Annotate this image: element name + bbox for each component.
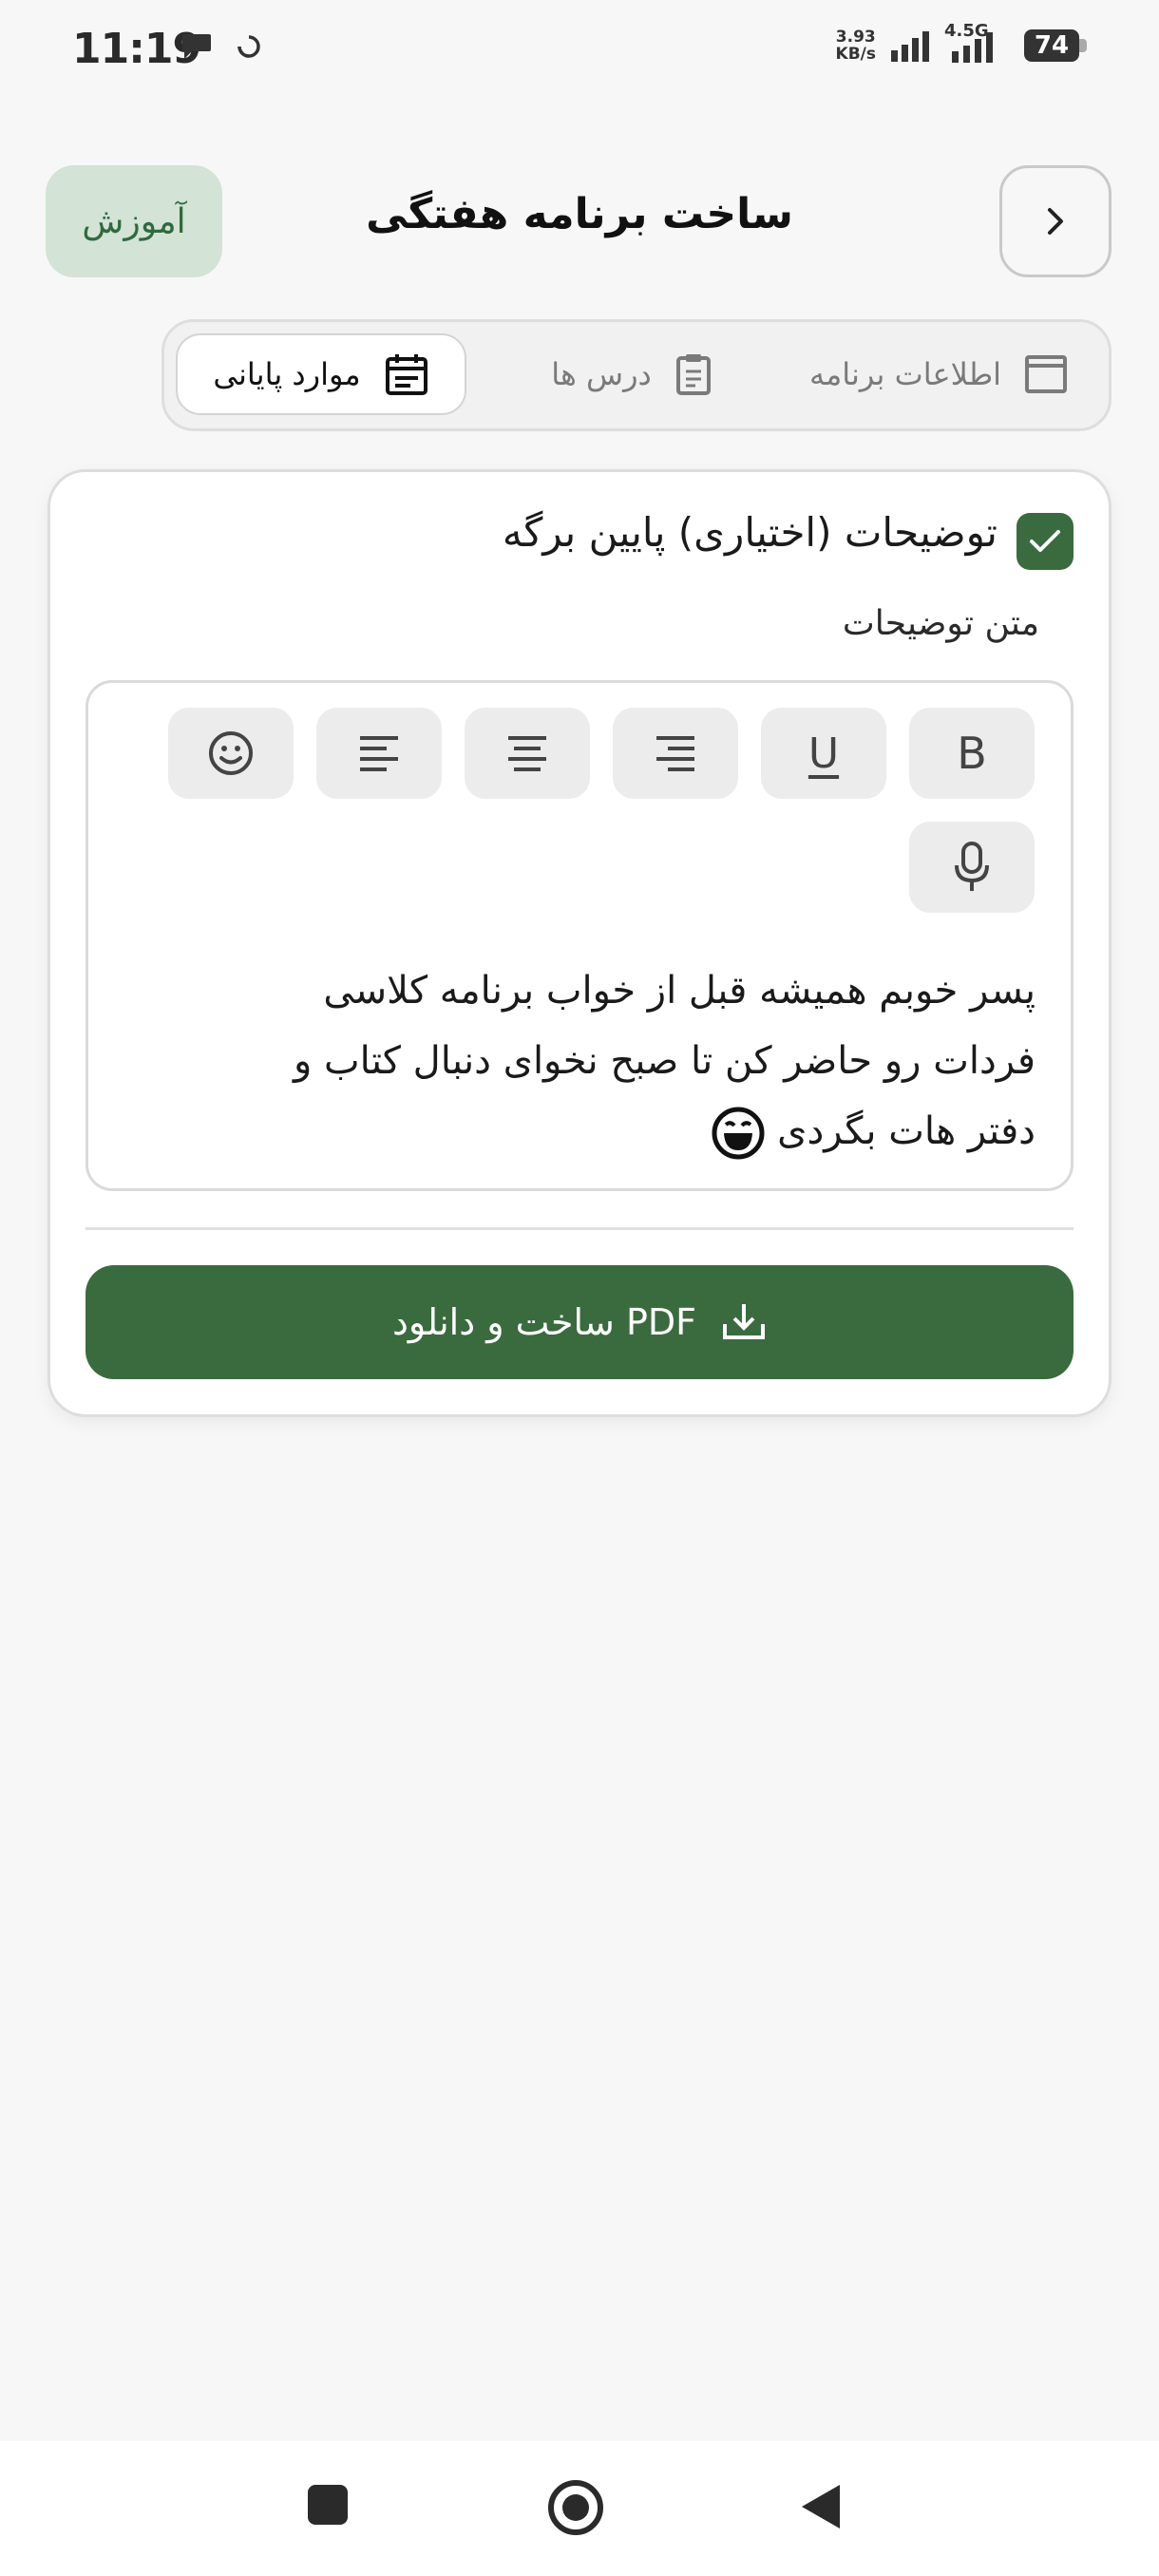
- align-right-button[interactable]: [613, 708, 738, 799]
- voice-input-button[interactable]: [909, 822, 1035, 913]
- underline-button[interactable]: U: [761, 708, 886, 799]
- tab-label: موارد پایانی: [213, 356, 361, 392]
- window-icon: [1025, 355, 1068, 393]
- back-nav-icon[interactable]: [798, 2481, 844, 2532]
- smiley-icon: [209, 731, 253, 775]
- network-4-5g: 4.5G: [944, 21, 1011, 65]
- microphone-icon: [955, 842, 989, 891]
- editor-line: پسر خوبم همیشه قبل از خواب برنامه کلاسی: [323, 969, 1036, 1013]
- editor-content: پسر خوبم همیشه قبل از خواب برنامه کلاسی …: [142, 956, 1036, 1166]
- align-center-icon: [508, 736, 546, 771]
- sync-icon: [238, 35, 260, 58]
- system-navbar: [0, 2441, 1159, 2576]
- tab-label: اطلاعات برنامه: [808, 356, 1002, 392]
- tab-final-items[interactable]: موارد پایانی: [176, 333, 466, 415]
- align-left-icon: [360, 736, 398, 771]
- section-title: توضیحات (اختیاری) پایین برگه: [502, 509, 998, 556]
- download-icon: [723, 1304, 766, 1339]
- chevron-right-icon: [1048, 208, 1063, 235]
- emoji-button[interactable]: [168, 708, 294, 799]
- tutorial-button[interactable]: آموزش: [46, 165, 222, 277]
- recents-icon[interactable]: [306, 2483, 350, 2527]
- status-right: 3.93 KB/s 4.5G 74: [836, 21, 1087, 65]
- tab-bar: اطلاعات برنامه درس ها موارد پایانی: [162, 319, 1112, 431]
- battery-indicator: 74: [1024, 29, 1087, 62]
- net-speed: 3.93 KB/s: [836, 28, 876, 63]
- align-center-button[interactable]: [465, 708, 590, 799]
- status-left-icons: [180, 32, 262, 61]
- tab-lessons[interactable]: درس ها: [518, 333, 746, 415]
- back-button[interactable]: [999, 165, 1112, 277]
- divider: [86, 1227, 1074, 1230]
- chat-notification-icon: [182, 34, 211, 59]
- underline-label: U: [808, 729, 840, 778]
- laughing-emoji-icon: [712, 1107, 765, 1160]
- description-checkbox[interactable]: [1016, 513, 1074, 570]
- calendar-icon: [385, 354, 428, 395]
- tab-program-info[interactable]: اطلاعات برنامه: [791, 333, 1086, 415]
- checkmark-icon: [1030, 530, 1060, 552]
- align-left-button[interactable]: [316, 708, 442, 799]
- align-right-icon: [656, 736, 694, 771]
- editor-line-with-emoji: دفتر هات بگردی: [142, 1096, 1036, 1166]
- page-title: ساخت برنامه هفتگی: [366, 190, 793, 238]
- net-speed-unit: KB/s: [835, 45, 876, 64]
- description-field-label: متن توضیحات: [842, 604, 1039, 643]
- clipboard-icon: [675, 354, 711, 395]
- bold-button[interactable]: B: [909, 708, 1035, 799]
- editor-line: دفتر هات بگردی: [777, 1109, 1036, 1153]
- tab-label: درس ها: [551, 356, 652, 392]
- create-download-pdf-button[interactable]: ساخت و دانلود PDF: [86, 1265, 1074, 1379]
- signal-icon-2: [952, 32, 993, 63]
- signal-icon: [891, 31, 929, 62]
- net-speed-value: 3.93: [835, 28, 876, 47]
- editor-line: فردات رو حاضر کن تا صبح نخوای دنبال کتاب…: [293, 1039, 1036, 1083]
- bold-label: B: [957, 728, 987, 779]
- home-icon[interactable]: [547, 2479, 604, 2536]
- pdf-button-label: ساخت و دانلود PDF: [391, 1301, 697, 1343]
